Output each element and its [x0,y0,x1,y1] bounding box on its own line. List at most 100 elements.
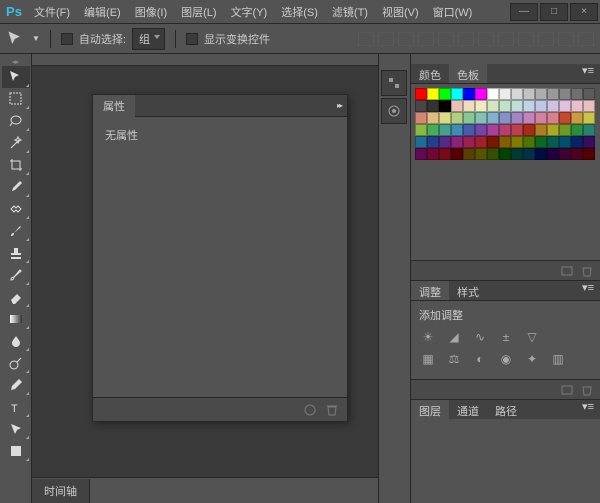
pen-tool[interactable] [2,374,30,396]
align-icon[interactable] [378,32,394,46]
panel-grip[interactable] [411,54,600,64]
swatch[interactable] [463,136,475,148]
mixer-icon[interactable]: ✦ [523,351,541,367]
auto-select-dropdown[interactable]: 组 [132,28,165,50]
swatch[interactable] [499,148,511,160]
new-swatch-icon[interactable] [560,264,574,278]
swatch[interactable] [427,100,439,112]
marquee-tool[interactable] [2,88,30,110]
align-icon[interactable] [558,32,574,46]
adjustments-tab[interactable]: 调整 [411,281,449,300]
swatches-tab[interactable]: 色板 [449,64,487,83]
swatch[interactable] [463,88,475,100]
menu-item[interactable]: 图像(I) [129,1,173,23]
align-icon[interactable] [578,32,594,46]
swatch[interactable] [511,88,523,100]
swatch[interactable] [547,88,559,100]
type-tool[interactable]: T [2,396,30,418]
wand-tool[interactable] [2,132,30,154]
swatch[interactable] [559,88,571,100]
collapsed-panel-icon[interactable] [381,98,407,124]
brightness-icon[interactable]: ☀ [419,329,437,345]
gradient-tool[interactable] [2,308,30,330]
swatch[interactable] [451,148,463,160]
align-icon[interactable] [458,32,474,46]
menu-item[interactable]: 文件(F) [28,1,76,23]
paths-tab[interactable]: 路径 [487,400,525,419]
layers-tab[interactable]: 图层 [411,400,449,419]
photo-filter-icon[interactable]: ◉ [497,351,515,367]
swatch[interactable] [523,136,535,148]
swatch[interactable] [427,88,439,100]
swatch[interactable] [523,148,535,160]
bw-icon[interactable]: ◐ [471,351,489,367]
align-icon[interactable] [398,32,414,46]
swatch[interactable] [511,136,523,148]
swatch[interactable] [535,124,547,136]
menu-item[interactable]: 选择(S) [275,1,324,23]
balance-icon[interactable]: ⚖ [445,351,463,367]
swatch[interactable] [451,124,463,136]
move-tool[interactable] [2,66,30,88]
auto-select-checkbox[interactable] [61,33,73,45]
swatch[interactable] [499,112,511,124]
swatch[interactable] [439,100,451,112]
swatch[interactable] [523,100,535,112]
swatch[interactable] [475,88,487,100]
swatch[interactable] [523,88,535,100]
swatch[interactable] [571,148,583,160]
align-icon[interactable] [498,32,514,46]
align-icon[interactable] [438,32,454,46]
swatch[interactable] [547,112,559,124]
swatch[interactable] [499,88,511,100]
crop-tool[interactable] [2,154,30,176]
swatch[interactable] [415,100,427,112]
menu-item[interactable]: 滤镜(T) [326,1,374,23]
swatch[interactable] [583,112,595,124]
swatch[interactable] [547,136,559,148]
swatch[interactable] [451,112,463,124]
swatch[interactable] [571,136,583,148]
swatch[interactable] [439,136,451,148]
swatch[interactable] [535,148,547,160]
heal-tool[interactable] [2,198,30,220]
swatch[interactable] [559,112,571,124]
menu-item[interactable]: 视图(V) [376,1,425,23]
canvas-area[interactable]: 属性 ▸▸ 无属性 [32,66,378,477]
swatch[interactable] [535,136,547,148]
minimize-button[interactable]: — [510,3,538,21]
channels-tab[interactable]: 通道 [449,400,487,419]
swatch[interactable] [415,112,427,124]
panel-collapse-icon[interactable]: ▸▸ [331,101,347,110]
brush-tool[interactable] [2,220,30,242]
swatch[interactable] [511,112,523,124]
align-icon[interactable] [518,32,534,46]
swatch[interactable] [487,124,499,136]
swatch[interactable] [583,100,595,112]
align-icon[interactable] [478,32,494,46]
swatch[interactable] [475,124,487,136]
swatch[interactable] [475,100,487,112]
close-button[interactable]: × [570,3,598,21]
path-select-tool[interactable] [2,418,30,440]
swatch[interactable] [583,136,595,148]
swatch[interactable] [427,136,439,148]
swatch[interactable] [427,148,439,160]
swatch[interactable] [511,124,523,136]
swatch[interactable] [487,88,499,100]
link-icon[interactable] [303,403,317,417]
align-icon[interactable] [538,32,554,46]
trash-icon[interactable] [325,403,339,417]
swatch[interactable] [571,100,583,112]
styles-tab[interactable]: 样式 [449,281,487,300]
swatch[interactable] [583,148,595,160]
menu-item[interactable]: 窗口(W) [427,1,479,23]
curves-icon[interactable]: ∿ [471,329,489,345]
swatch[interactable] [463,148,475,160]
exposure-icon[interactable]: ± [497,329,515,345]
dodge-tool[interactable] [2,352,30,374]
swatch[interactable] [463,124,475,136]
swatch[interactable] [547,100,559,112]
swatch[interactable] [535,88,547,100]
swatch[interactable] [415,124,427,136]
